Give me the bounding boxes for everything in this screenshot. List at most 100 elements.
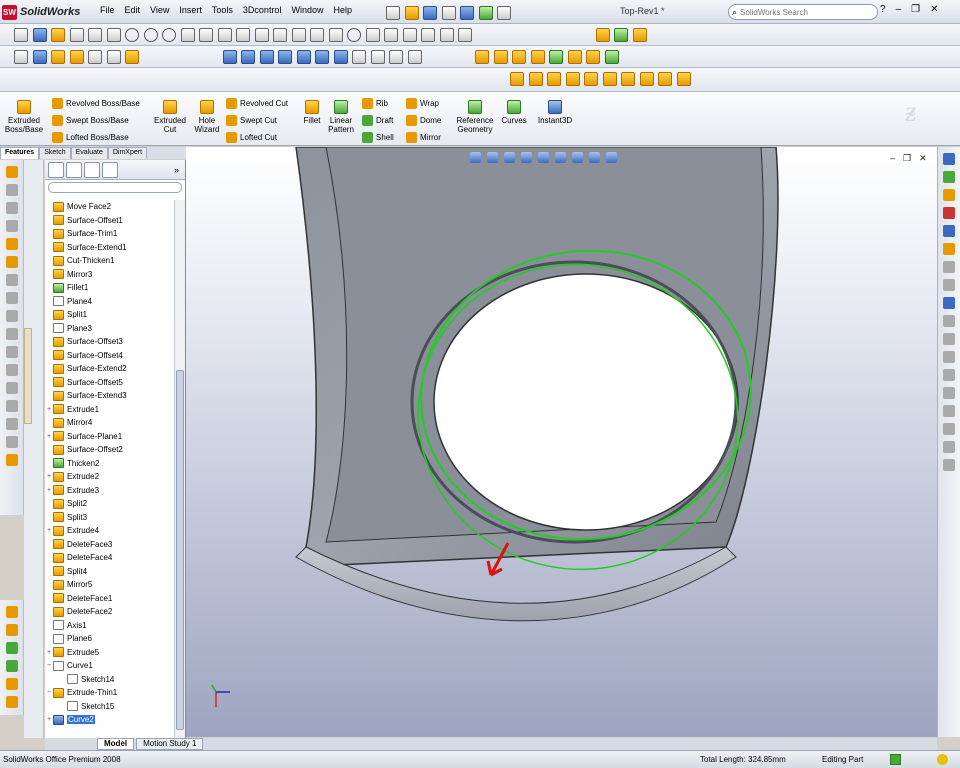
end-cap-icon[interactable] xyxy=(5,660,18,672)
shell-button[interactable]: Shell xyxy=(362,130,394,144)
ellipse-icon[interactable] xyxy=(347,28,362,42)
tree-item[interactable]: Cut-Thicken1 xyxy=(45,254,173,268)
flex-tool-icon[interactable] xyxy=(5,418,18,430)
gusset-icon[interactable] xyxy=(5,642,18,654)
view-palette-icon[interactable] xyxy=(943,225,955,237)
sketch-tool-icon[interactable] xyxy=(5,184,18,196)
trim-extend-icon[interactable] xyxy=(5,696,18,708)
help-status-icon[interactable] xyxy=(890,754,901,765)
tab-evaluate[interactable]: Evaluate xyxy=(70,147,108,159)
scale-tool-icon[interactable] xyxy=(5,346,18,358)
smart-dimension-icon[interactable] xyxy=(69,28,84,42)
tree-item[interactable]: + Extrude1 xyxy=(45,403,173,417)
draft-button[interactable]: Draft xyxy=(362,113,393,127)
mirror-button[interactable]: Mirror xyxy=(406,130,441,144)
chamfer-sketch-icon[interactable] xyxy=(291,28,306,42)
menu-insert[interactable]: Insert xyxy=(179,5,202,19)
tree-item[interactable]: Surface-Offset3 xyxy=(45,335,173,349)
two-view-icon[interactable] xyxy=(389,50,404,64)
stretch-tool-icon[interactable] xyxy=(5,364,18,376)
relation-tool-icon[interactable] xyxy=(5,220,18,232)
draft-analysis-icon[interactable] xyxy=(639,72,654,86)
dimxpert-manager-icon[interactable] xyxy=(102,161,118,178)
viewport-close-icon[interactable]: ✕ xyxy=(919,153,927,164)
sweep-tool-icon[interactable] xyxy=(5,238,18,250)
view-orientation-icon[interactable] xyxy=(538,152,549,163)
feature-tool-icon[interactable] xyxy=(5,166,18,178)
tree-item[interactable]: Plane6 xyxy=(45,632,173,646)
trim-icon[interactable] xyxy=(199,28,214,42)
menu-view[interactable]: View xyxy=(150,5,169,19)
relations-icon[interactable] xyxy=(384,28,399,42)
dimension-icon[interactable] xyxy=(943,297,955,309)
options-icon[interactable] xyxy=(497,6,512,20)
core-icon[interactable] xyxy=(602,72,617,86)
sketch-arc-icon[interactable] xyxy=(943,279,955,291)
sketch-pattern-icon[interactable] xyxy=(943,441,955,453)
tree-filter[interactable] xyxy=(48,182,182,193)
viewport-restore-icon[interactable]: ❐ xyxy=(903,153,911,164)
move-tool-icon[interactable] xyxy=(5,292,18,304)
view-back-icon[interactable] xyxy=(241,50,256,64)
sketch-circle-icon[interactable] xyxy=(943,315,955,327)
tree-item[interactable]: Surface-Offset2 xyxy=(45,443,173,457)
menu-tools[interactable]: Tools xyxy=(212,5,233,19)
parting-surface-icon[interactable] xyxy=(565,72,580,86)
surface-extend-icon[interactable] xyxy=(567,50,582,64)
circle-icon[interactable] xyxy=(125,28,140,42)
feature-manager-icon[interactable] xyxy=(48,161,64,178)
extend-icon[interactable] xyxy=(458,28,473,42)
property-manager-icon[interactable] xyxy=(66,161,82,178)
tree-item[interactable]: + Extrude5 xyxy=(45,646,173,660)
symbol-icon[interactable] xyxy=(106,50,121,64)
appearances-icon[interactable] xyxy=(943,243,955,255)
tab-dimxpert[interactable]: DimXpert xyxy=(107,147,148,159)
hole-wizard-button[interactable]: Hole Wizard xyxy=(190,96,224,134)
loft-tool-icon[interactable] xyxy=(5,256,18,268)
tab-features[interactable]: Features xyxy=(0,147,40,159)
sketch-spline-icon[interactable] xyxy=(943,333,955,345)
weldment-icon[interactable] xyxy=(5,606,18,618)
tree-item[interactable]: Split1 xyxy=(45,308,173,322)
boundary-tool-icon[interactable] xyxy=(5,274,18,286)
rebuild-icon[interactable] xyxy=(478,6,493,20)
menu-window[interactable]: Window xyxy=(291,5,323,19)
tree-expand-icon[interactable]: + xyxy=(45,473,53,480)
tree-item[interactable]: Mirror5 xyxy=(45,578,173,592)
menu-help[interactable]: Help xyxy=(333,5,352,19)
ruled-surface-icon[interactable] xyxy=(676,72,691,86)
surface-tools-icon[interactable] xyxy=(475,50,490,64)
tab-motion-study[interactable]: Motion Study 1 xyxy=(136,738,204,750)
configuration-manager-icon[interactable] xyxy=(84,161,100,178)
note-icon[interactable] xyxy=(51,50,66,64)
restore-icon[interactable]: ❐ xyxy=(911,4,920,15)
tree-item[interactable]: Thicken2 xyxy=(45,457,173,471)
tree-item[interactable]: Axis1 xyxy=(45,619,173,633)
curves-button[interactable]: Curves xyxy=(498,96,530,125)
line-icon[interactable] xyxy=(88,28,103,42)
view-right-icon[interactable] xyxy=(278,50,293,64)
extruded-boss-button[interactable]: Extruded Boss/Base xyxy=(4,96,44,134)
dimension-tool-icon[interactable] xyxy=(5,202,18,214)
spelling-icon[interactable] xyxy=(14,50,28,64)
tree-item[interactable]: − Extrude-Thin1 xyxy=(45,686,173,700)
new-document-icon[interactable] xyxy=(386,6,400,20)
swept-cut-button[interactable]: Swept Cut xyxy=(226,113,277,127)
tree-expand-icon[interactable]: + xyxy=(45,487,53,494)
tree-scrollbar[interactable] xyxy=(174,200,185,738)
table-icon[interactable] xyxy=(125,50,140,64)
fillet-button[interactable]: Fillet xyxy=(298,96,326,125)
zoom-area-icon[interactable] xyxy=(487,152,498,163)
sketch-line-icon[interactable] xyxy=(943,261,955,273)
spline-icon[interactable] xyxy=(180,28,195,42)
display-style-icon[interactable] xyxy=(555,152,566,163)
extruded-cut-button[interactable]: Extruded Cut xyxy=(150,96,190,134)
feature-tools-icon[interactable] xyxy=(595,28,610,42)
tab-sketch[interactable]: Sketch xyxy=(39,147,71,159)
intersection-curve-icon[interactable] xyxy=(421,28,436,42)
swept-boss-button[interactable]: Swept Boss/Base xyxy=(52,113,129,127)
tree-expand-icon[interactable]: + xyxy=(45,433,53,440)
tree-expand-icon[interactable]: + xyxy=(45,527,53,534)
notification-icon[interactable] xyxy=(937,754,948,765)
twist-tool-icon[interactable] xyxy=(5,400,18,412)
